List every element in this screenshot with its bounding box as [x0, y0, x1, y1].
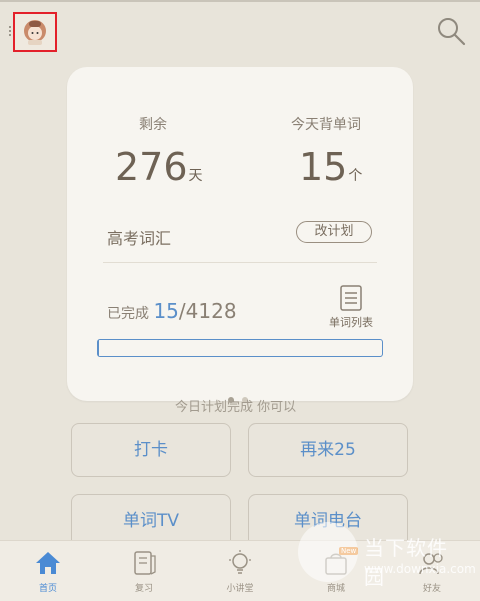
divider — [103, 262, 377, 263]
completed-count: 15 — [153, 299, 179, 323]
tab-review[interactable]: 复习 — [96, 541, 192, 601]
checkin-button[interactable]: 打卡 — [71, 423, 231, 477]
remaining-label: 剩余 — [139, 117, 167, 133]
remaining-days: 276天 — [115, 148, 203, 186]
tab-friends[interactable]: 好友 — [384, 541, 480, 601]
completed-row: 已完成 15/4128 — [107, 299, 237, 323]
book-name: 高考词汇 — [107, 229, 172, 248]
tab-lecture-label: 小讲堂 — [226, 584, 254, 594]
tab-friends-label: 好友 — [422, 584, 441, 594]
lightbulb-icon — [229, 550, 251, 574]
remaining-value: 276 — [115, 145, 188, 189]
store-new-badge: New — [339, 547, 359, 555]
avatar-icon — [24, 20, 46, 45]
tab-review-label: 复习 — [134, 584, 153, 594]
review-icon — [134, 551, 156, 575]
friends-icon — [419, 553, 443, 575]
word-list-label[interactable]: 单词列表 — [329, 314, 373, 330]
today-unit: 个 — [348, 168, 363, 184]
bottom-tabbar: 首页 复习 小讲堂 New 商城 好友 — [0, 540, 480, 601]
remaining-unit: 天 — [188, 168, 203, 184]
tab-home[interactable]: 首页 — [0, 541, 96, 601]
today-value: 15 — [299, 145, 348, 189]
tab-lecture[interactable]: 小讲堂 — [192, 541, 288, 601]
again-button[interactable]: 再来25 — [248, 423, 408, 477]
tab-store[interactable]: New 商城 — [288, 541, 384, 601]
plan-card: 剩余 276天 今天背单词 15个 高考词汇 改计划 已完成 15/4128 单… — [67, 67, 413, 403]
progress-fill — [98, 340, 100, 356]
progress-bar — [97, 339, 383, 357]
today-words: 15个 — [299, 148, 362, 186]
drawer-handle-icon[interactable] — [9, 24, 12, 38]
change-plan-button[interactable]: 改计划 — [296, 221, 372, 243]
today-label: 今天背单词 — [291, 117, 361, 133]
word-list-icon[interactable] — [340, 285, 362, 311]
tab-store-label: 商城 — [326, 584, 345, 594]
plan-complete-text: 今日计划完成 你可以 — [175, 400, 297, 415]
completed-total: /4128 — [178, 299, 237, 323]
search-icon[interactable] — [436, 16, 466, 46]
home-icon — [36, 552, 60, 574]
tab-home-label: 首页 — [38, 584, 57, 594]
status-strip — [0, 0, 480, 2]
completed-label: 已完成 — [107, 306, 149, 322]
avatar[interactable] — [13, 12, 57, 52]
